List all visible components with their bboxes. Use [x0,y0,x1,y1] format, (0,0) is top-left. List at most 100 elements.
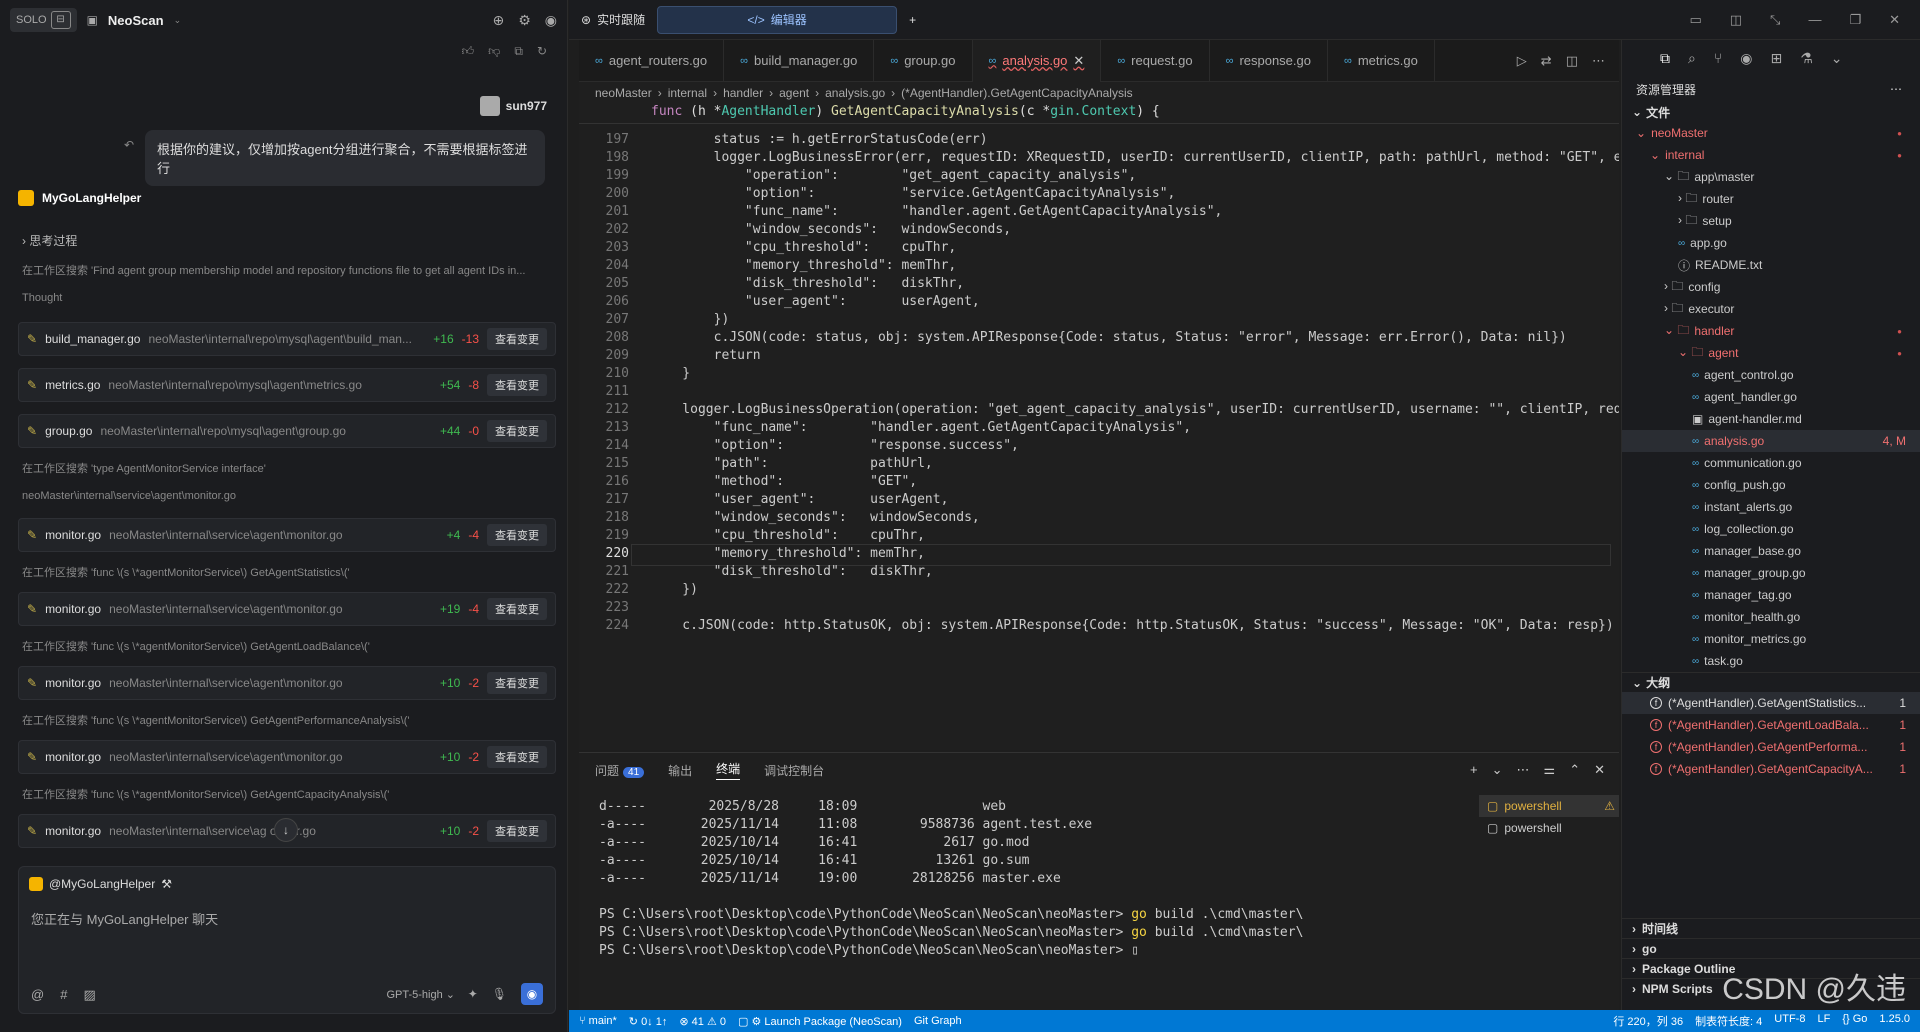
code-line[interactable]: }) [651,582,698,597]
tree-item[interactable]: › 🗀 setup [1622,210,1920,232]
tree-item[interactable]: ∞ agent_handler.go [1622,386,1920,408]
tree-item[interactable]: ∞ manager_base.go [1622,540,1920,562]
close-tab-icon[interactable]: ✕ [1073,53,1084,69]
change-card[interactable]: ✎ monitor.go neoMaster\internal\service\ag… [18,740,556,774]
code-line[interactable]: "user_agent": userAgent, [651,294,980,309]
tree-item[interactable]: › 🗀 router [1622,188,1920,210]
view-changes-button[interactable]: 查看变更 [487,598,547,620]
tree-item[interactable]: ⌄ neoMaster ● [1622,122,1920,144]
code-line[interactable]: "disk_threshold": diskThr, [651,564,933,579]
breadcrumb-item[interactable]: neoMaster [595,86,652,100]
code-line[interactable]: "memory_threshold": memThr, [651,546,925,561]
change-card[interactable]: ✎ group.go neoMaster\internal\repo\mysql\a… [18,414,556,448]
refresh-icon[interactable]: ↻ [537,44,547,59]
language-mode[interactable]: {} Go [1842,1013,1867,1029]
image-icon[interactable]: ▨ [83,987,95,1003]
terminal-item[interactable]: ▢ powershell [1479,817,1619,839]
tree-item[interactable]: ∞ log_collection.go [1622,518,1920,540]
change-card[interactable]: ✎ monitor.go neoMaster\internal\service\ag… [18,592,556,626]
tree-item[interactable]: ⌄ internal ● [1622,144,1920,166]
indent-setting[interactable]: 制表符长度: 4 [1695,1013,1762,1029]
tree-item[interactable]: › 🗀 executor [1622,298,1920,320]
code-line[interactable]: logger.LogBusinessError(err, requestID: … [651,150,1619,165]
chevron-down-icon[interactable]: ⌄ [1831,50,1843,67]
code-line[interactable]: status := h.getErrorStatusCode(err) [651,132,988,147]
tab-editor[interactable]: </> 编辑器 [657,5,898,34]
more-icon[interactable]: ⋯ [1517,762,1530,778]
code-line[interactable]: }) [651,312,730,327]
more-icon[interactable]: ⋯ [1592,53,1605,69]
tree-item[interactable]: ∞ task.go [1622,650,1920,672]
outline-item[interactable]: f (*AgentHandler).GetAgentLoadBala... 1 [1622,714,1920,736]
timeline-section[interactable]: › 时间线 [1622,918,1920,938]
account-icon[interactable]: ◉ [545,12,557,29]
code-line[interactable]: "operation": "get_agent_capacity_analysi… [651,168,1136,183]
code-line[interactable]: "path": pathUrl, [651,456,933,471]
tree-item[interactable]: ∞ config_push.go [1622,474,1920,496]
code-line[interactable]: "method": "GET", [651,474,918,489]
code-line[interactable]: "cpu_threshold": cpuThr, [651,528,925,543]
sync-item[interactable]: ↻ 0↓ 1↑ [629,1015,668,1028]
view-changes-button[interactable]: 查看变更 [487,374,547,396]
file-tab[interactable]: ∞ metrics.go [1328,39,1435,82]
compare-icon[interactable]: ⇄ [1541,53,1552,69]
extensions-icon[interactable]: ⊞ [1770,50,1782,67]
view-changes-button[interactable]: 查看变更 [487,672,547,694]
eye-icon[interactable]: ◉ [1740,50,1752,67]
file-tab[interactable]: ∞ response.go [1210,39,1328,82]
tree-item[interactable]: ⌄ 🗀 handler ● [1622,320,1920,342]
tree-item[interactable]: ∞ monitor_health.go [1622,606,1920,628]
tree-item[interactable]: ∞ agent_control.go [1622,364,1920,386]
code-line[interactable]: "disk_threshold": diskThr, [651,276,964,291]
tree-item[interactable]: ∞ monitor_metrics.go [1622,628,1920,650]
code-line[interactable]: "func_name": "handler.agent.GetAgentCapa… [651,420,1191,435]
minimize-icon[interactable]: — [1808,12,1821,28]
breadcrumb-item[interactable]: analysis.go [825,86,885,100]
maximize-icon[interactable]: ❐ [1849,12,1861,28]
change-card[interactable]: ✎ monitor.go neoMaster\internal\service\ag… [18,518,556,552]
code-line[interactable]: } [651,366,690,381]
tree-item[interactable]: › 🗀 config [1622,276,1920,298]
code-line[interactable]: "option": "response.success", [651,438,1019,453]
change-card[interactable]: ✎ build_manager.go neoMaster\internal\repo… [18,322,556,356]
view-changes-button[interactable]: 查看变更 [487,420,547,442]
search-icon[interactable]: ⌕ [1688,50,1696,67]
tree-item[interactable]: ∞ instant_alerts.go [1622,496,1920,518]
chat-input-box[interactable]: @MyGoLangHelper ⚒ 您正在与 MyGoLangHelper 聊天 … [18,866,556,1014]
outline-item[interactable]: f (*AgentHandler).GetAgentStatistics... 1 [1622,692,1920,714]
branch-item[interactable]: ⑂ main* [579,1015,617,1027]
eol[interactable]: LF [1817,1013,1830,1029]
tree-item[interactable]: ∞ manager_group.go [1622,562,1920,584]
at-icon[interactable]: @ [31,987,44,1003]
view-changes-button[interactable]: 查看变更 [487,746,547,768]
code-line[interactable]: logger.LogBusinessOperation(operation: "… [651,402,1619,417]
hash-icon[interactable]: # [60,987,67,1003]
files-icon[interactable]: ⧉ [1660,50,1670,67]
breadcrumb-item[interactable]: agent [779,86,809,100]
code-line[interactable]: "window_seconds": windowSeconds, [651,222,1011,237]
code-line[interactable]: "window_seconds": windowSeconds, [651,510,980,525]
sparkle-icon[interactable]: ✦ [468,987,478,1001]
tree-item[interactable]: ∞ communication.go [1622,452,1920,474]
copy-icon[interactable]: ⧉ [514,44,523,59]
files-section[interactable]: ⌄ 文件 [1622,102,1920,122]
layout-panel-icon[interactable]: ▭ [1689,12,1701,28]
outline-item[interactable]: f (*AgentHandler).GetAgentCapacityA... 1 [1622,758,1920,780]
file-tab[interactable]: ∞ group.go [874,39,973,82]
file-tab[interactable]: ∞ agent_routers.go [579,39,725,82]
close-icon[interactable]: ✕ [1889,12,1900,28]
add-tab-icon[interactable]: + [897,6,928,34]
code-line[interactable]: return [651,348,761,363]
breadcrumb-item[interactable]: (*AgentHandler).GetAgentCapacityAnalysis [901,86,1132,100]
layout-split-icon[interactable]: ◫ [1730,12,1742,28]
file-tab[interactable]: ∞ analysis.go ✕ [972,39,1102,82]
collapse-icon[interactable]: ⤡ [1770,12,1780,28]
terminal-item[interactable]: ▢ powershell ⚠ [1479,795,1619,817]
mention-chip[interactable]: @MyGoLangHelper ⚒ [29,877,172,891]
breadcrumb-item[interactable]: handler [723,86,763,100]
view-changes-button[interactable]: 查看变更 [487,524,547,546]
thumbs-down-icon[interactable]: 👎︎ [488,44,500,59]
code-line[interactable]: "func_name": "handler.agent.GetAgentCapa… [651,204,1222,219]
mic-icon[interactable]: 🎙︎ [492,987,507,1001]
view-changes-button[interactable]: 查看变更 [487,820,547,842]
